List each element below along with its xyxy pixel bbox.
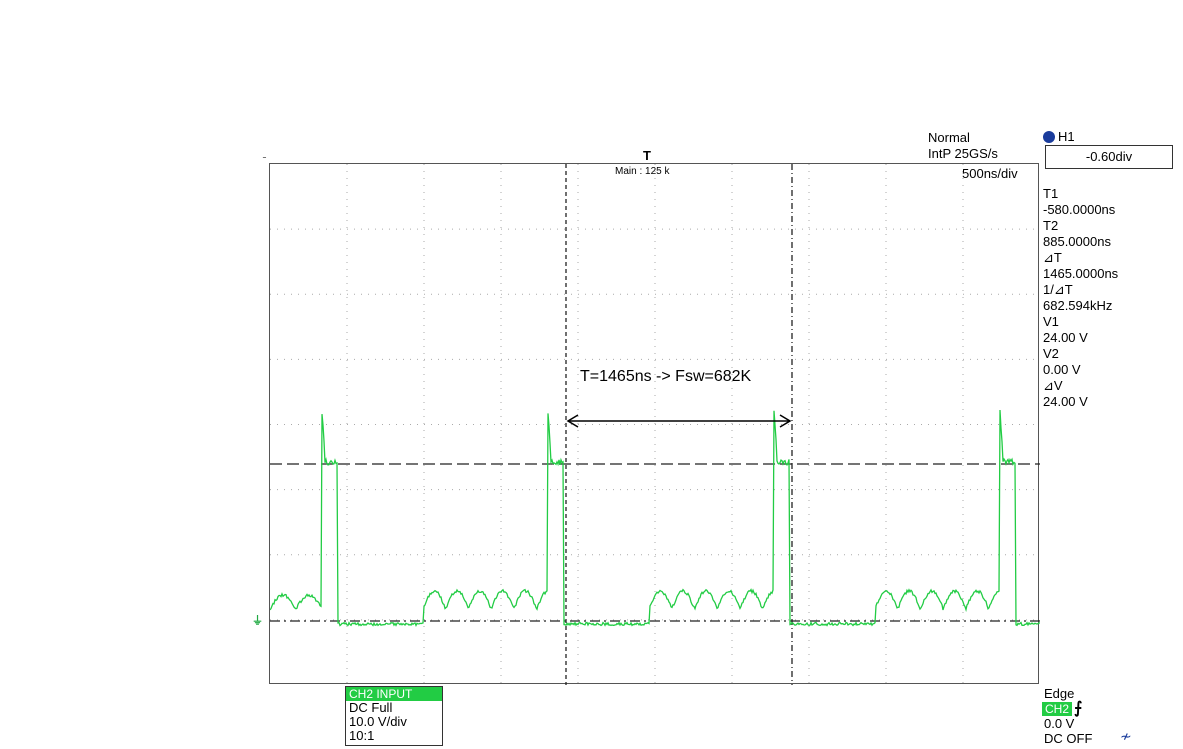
- ch2-panel-title: CH2 INPUT: [346, 687, 442, 701]
- v1-value: 24.00 V: [1043, 330, 1088, 346]
- clipped-label-left: ـ: [263, 150, 266, 161]
- inv-dt-label: 1/⊿T: [1043, 282, 1073, 298]
- dv-value: 24.00 V: [1043, 394, 1088, 410]
- t2-value: 885.0000ns: [1043, 234, 1111, 250]
- inv-dt-value: 682.594kHz: [1043, 298, 1112, 314]
- v1-label: V1: [1043, 314, 1059, 330]
- dv-label: ⊿V: [1043, 378, 1063, 394]
- sample-rate-label: IntP 25GS/s: [928, 146, 998, 161]
- rising-edge-icon: ⨍: [1074, 698, 1082, 718]
- v2-label: V2: [1043, 346, 1059, 362]
- ch2-probe: 10:1: [346, 729, 442, 743]
- timebase-label: 500ns/div: [962, 166, 1018, 181]
- dt-label: ⊿T: [1043, 250, 1062, 266]
- trigger-mode-label: Edge: [1044, 686, 1074, 701]
- noise-reject-icon: ≁: [1120, 728, 1132, 745]
- h1-label: H1: [1058, 129, 1075, 144]
- trigger-level-label: 0.0 V: [1044, 716, 1074, 731]
- t1-value: -580.0000ns: [1043, 202, 1115, 218]
- trigger-source-badge[interactable]: CH2: [1042, 702, 1072, 716]
- ch2-ground-marker-icon[interactable]: ⏚: [252, 612, 263, 628]
- ch2-scale: 10.0 V/div: [346, 715, 442, 729]
- scope-screen[interactable]: [269, 163, 1039, 684]
- waveform-display: [270, 164, 1040, 685]
- acq-mode-label: Normal: [928, 130, 970, 145]
- t2-label: T2: [1043, 218, 1058, 234]
- zoom-label: Main : 125 k: [615, 166, 669, 177]
- trigger-coupling-label: DC OFF: [1044, 731, 1092, 746]
- period-annotation: T=1465ns -> Fsw=682K: [580, 368, 751, 386]
- h1-value: -0.60div: [1086, 149, 1132, 164]
- trigger-position-marker[interactable]: T: [643, 148, 651, 163]
- h1-value-box[interactable]: -0.60div: [1045, 145, 1173, 169]
- t1-label: T1: [1043, 186, 1058, 202]
- ch2-coupling: DC Full: [346, 701, 442, 715]
- v2-value: 0.00 V: [1043, 362, 1081, 378]
- dt-value: 1465.0000ns: [1043, 266, 1118, 282]
- ch2-input-panel[interactable]: CH2 INPUT DC Full 10.0 V/div 10:1: [345, 686, 443, 746]
- ch2-waveform-trace: [270, 410, 1040, 626]
- h1-indicator-icon: [1043, 131, 1055, 143]
